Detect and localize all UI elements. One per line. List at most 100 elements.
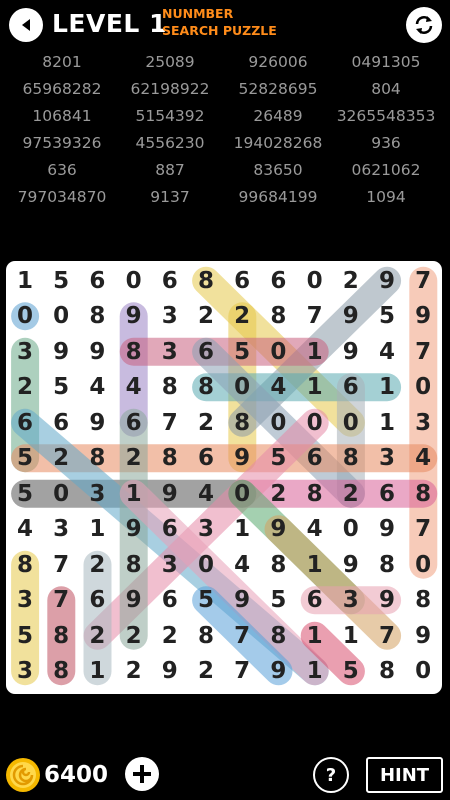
grid-cell[interactable]: 8 [152,370,188,405]
grid-cell[interactable]: 8 [188,370,224,405]
grid-cell[interactable]: 6 [297,583,333,618]
grid-cell[interactable]: 2 [224,299,260,334]
grid-cell[interactable]: 8 [188,618,224,653]
grid-cell[interactable]: 9 [369,583,405,618]
grid-cell[interactable]: 8 [116,334,152,369]
grid-cell[interactable]: 6 [369,476,405,511]
grid-cell[interactable]: 3 [7,334,43,369]
grid-cell[interactable]: 4 [260,370,296,405]
grid-cell[interactable]: 4 [297,512,333,547]
grid-cell[interactable]: 9 [260,512,296,547]
grid-cell[interactable]: 9 [333,299,369,334]
grid-cell[interactable]: 3 [152,547,188,582]
grid-cell[interactable]: 9 [152,476,188,511]
grid-cell[interactable]: 3 [7,583,43,618]
grid-cell[interactable]: 4 [7,512,43,547]
grid-cell[interactable]: 0 [188,547,224,582]
grid-cell[interactable]: 8 [188,263,224,298]
grid-cell[interactable]: 7 [43,547,79,582]
grid-cell[interactable]: 8 [260,299,296,334]
grid-cell[interactable]: 9 [116,512,152,547]
grid-cell[interactable]: 9 [369,512,405,547]
grid-cell[interactable]: 6 [116,405,152,440]
grid-cell[interactable]: 6 [152,512,188,547]
grid-cell[interactable]: 9 [43,334,79,369]
grid-cell[interactable]: 0 [333,405,369,440]
grid-cell[interactable]: 1 [79,654,115,689]
grid-cell[interactable]: 8 [79,299,115,334]
grid-cell[interactable]: 6 [152,263,188,298]
grid-cell[interactable]: 0 [260,334,296,369]
grid-cell[interactable]: 0 [43,476,79,511]
grid-cell[interactable]: 5 [333,654,369,689]
grid-cell[interactable]: 6 [188,334,224,369]
grid-cell[interactable]: 0 [405,547,441,582]
grid-cell[interactable]: 2 [116,441,152,476]
grid-cell[interactable]: 1 [297,618,333,653]
grid-cell[interactable]: 3 [79,476,115,511]
grid-cell[interactable]: 9 [405,618,441,653]
grid-cell[interactable]: 8 [260,618,296,653]
grid-cell[interactable]: 7 [224,654,260,689]
grid-cell[interactable]: 8 [43,618,79,653]
grid-cell[interactable]: 8 [405,583,441,618]
add-coins-button[interactable] [125,757,159,791]
grid-cell[interactable]: 0 [405,370,441,405]
grid-cell[interactable]: 9 [116,583,152,618]
grid-cell[interactable]: 6 [43,405,79,440]
grid-cell[interactable]: 2 [152,618,188,653]
grid-cell[interactable]: 2 [116,618,152,653]
grid-cell[interactable]: 8 [43,654,79,689]
grid-cell[interactable]: 5 [43,263,79,298]
grid-cell[interactable]: 8 [297,476,333,511]
grid-cell[interactable]: 8 [369,654,405,689]
grid-cell[interactable]: 7 [405,334,441,369]
grid-cell[interactable]: 6 [333,370,369,405]
grid-cell[interactable]: 1 [297,654,333,689]
grid-cell[interactable]: 8 [333,441,369,476]
grid-cell[interactable]: 8 [260,547,296,582]
grid-cell[interactable]: 1 [297,334,333,369]
grid-cell[interactable]: 1 [369,405,405,440]
grid-cell[interactable]: 2 [116,654,152,689]
grid-cell[interactable]: 7 [369,618,405,653]
grid-cell[interactable]: 8 [369,547,405,582]
grid-cell[interactable]: 6 [79,263,115,298]
hint-button[interactable]: HINT [366,757,443,793]
grid-cell[interactable]: 0 [43,299,79,334]
grid-cell[interactable]: 0 [224,476,260,511]
grid-cell[interactable]: 8 [224,405,260,440]
grid-cell[interactable]: 0 [116,263,152,298]
grid-cell[interactable]: 8 [152,441,188,476]
grid-cell[interactable]: 5 [7,476,43,511]
grid-cell[interactable]: 2 [188,405,224,440]
grid-cell[interactable]: 3 [405,405,441,440]
grid-cell[interactable]: 2 [188,654,224,689]
grid-cell[interactable]: 5 [260,441,296,476]
grid-cell[interactable]: 5 [7,441,43,476]
grid-cell[interactable]: 0 [7,299,43,334]
grid-cell[interactable]: 1 [297,370,333,405]
grid-cell[interactable]: 7 [152,405,188,440]
grid-cell[interactable]: 9 [79,405,115,440]
grid-cell[interactable]: 6 [297,441,333,476]
grid-cell[interactable]: 1 [79,512,115,547]
grid-cell[interactable]: 8 [116,547,152,582]
grid-cell[interactable]: 2 [333,476,369,511]
grid-cell[interactable]: 5 [224,334,260,369]
grid-cell[interactable]: 0 [224,370,260,405]
grid-cell[interactable]: 3 [7,654,43,689]
grid-cell[interactable]: 5 [369,299,405,334]
grid-cell[interactable]: 0 [333,512,369,547]
grid-cell[interactable]: 4 [188,476,224,511]
grid-cell[interactable]: 1 [7,263,43,298]
grid-cell[interactable]: 9 [333,547,369,582]
grid-cell[interactable]: 6 [224,263,260,298]
grid-cell[interactable]: 0 [260,405,296,440]
grid-cell[interactable]: 7 [43,583,79,618]
grid-cell[interactable]: 0 [297,263,333,298]
grid-cell[interactable]: 3 [43,512,79,547]
grid-cell[interactable]: 0 [297,405,333,440]
grid-cell[interactable]: 2 [7,370,43,405]
grid-cell[interactable]: 3 [369,441,405,476]
